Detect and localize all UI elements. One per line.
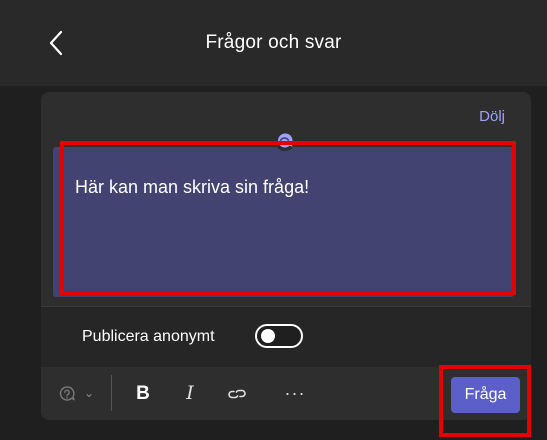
format-toolbar: ⌄ B I ··· Fråga — [41, 367, 531, 420]
anonymous-toggle[interactable] — [255, 324, 303, 348]
app-header: Frågor och svar — [0, 0, 547, 86]
question-text: Här kan man skriva sin fråga! — [75, 177, 310, 197]
anonymous-row: Publicera anonymt — [41, 307, 531, 367]
qa-bubble-icon — [59, 386, 75, 401]
hide-button[interactable]: Dölj — [479, 108, 505, 125]
toggle-knob — [261, 329, 275, 343]
question-input[interactable]: Här kan man skriva sin fråga! — [53, 147, 514, 297]
send-question-button[interactable]: Fråga — [451, 377, 520, 413]
bold-button[interactable]: B — [129, 367, 157, 420]
toolbar-separator — [111, 375, 112, 411]
link-icon — [228, 389, 246, 399]
qa-bubble-icon — [275, 131, 295, 151]
link-button[interactable] — [221, 367, 253, 420]
chevron-down-icon[interactable]: ⌄ — [79, 367, 99, 420]
anonymous-label: Publicera anonymt — [82, 328, 215, 345]
more-options-button[interactable]: ··· — [279, 367, 311, 420]
question-composer-card: Dölj Här kan man skriva sin fråga! Publi… — [41, 92, 531, 420]
page-title: Frågor och svar — [205, 32, 342, 53]
italic-button[interactable]: I — [177, 367, 203, 420]
